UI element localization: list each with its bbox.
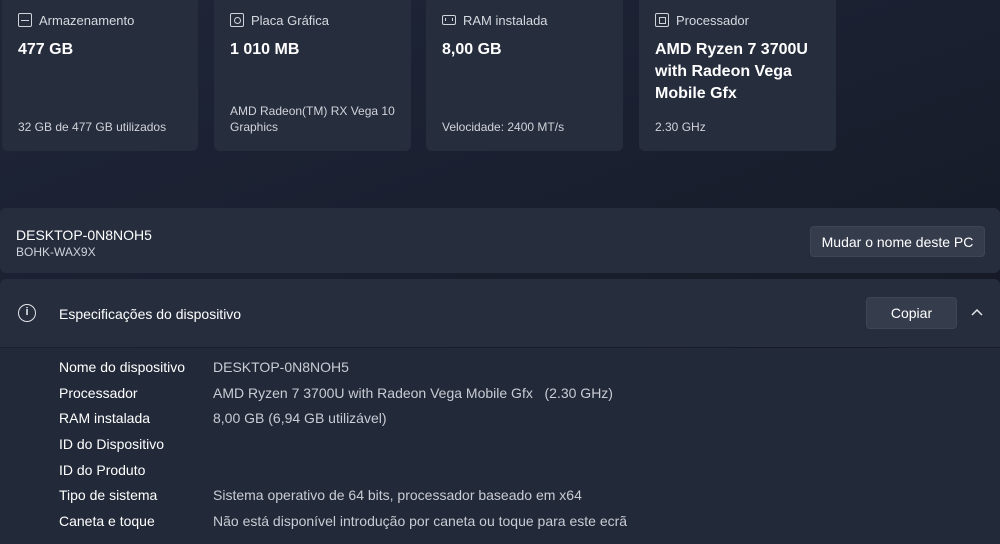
card-header: Placa Gráfica (230, 11, 395, 29)
storage-icon (18, 13, 32, 27)
spec-label: ID do Dispositivo (59, 436, 165, 452)
device-specs-header[interactable]: i Especificações do dispositivo Copiar (0, 279, 1000, 347)
device-model: BOHK-WAX9X (16, 245, 96, 259)
processor-card[interactable]: Processador AMD Ryzen 7 3700U with Radeo… (639, 0, 836, 151)
ram-icon (442, 15, 456, 25)
card-footer: 2.30 GHz (655, 120, 706, 134)
card-header: Armazenamento (18, 11, 182, 29)
info-icon: i (18, 304, 36, 322)
spec-label: ID do Produto (59, 462, 146, 478)
spec-label: Processador (59, 385, 138, 401)
spec-value: 8,00 GB (6,94 GB utilizável) (213, 410, 387, 426)
card-header: RAM instalada (442, 11, 607, 29)
device-name-row: DESKTOP-0N8NOH5 BOHK-WAX9X Mudar o nome … (0, 208, 1000, 273)
spec-value: Sistema operativo de 64 bits, processado… (213, 487, 582, 503)
card-title: Processador (676, 12, 749, 28)
card-footer: Velocidade: 2400 MT/s (442, 120, 565, 134)
card-title: RAM instalada (463, 12, 548, 28)
card-title: Placa Gráfica (251, 12, 330, 28)
spec-label: RAM instalada (59, 410, 151, 426)
storage-card[interactable]: Armazenamento 477 GB 32 GB de 477 GB uti… (2, 0, 198, 151)
rename-pc-button[interactable]: Mudar o nome deste PC (810, 226, 985, 257)
card-value: 477 GB (18, 41, 74, 58)
device-specs-list: Nome do dispositivo DESKTOP-0N8NOH5 Proc… (0, 348, 1000, 544)
card-footer: AMD Radeon(TM) RX Vega 10 Graphics (230, 104, 395, 134)
chevron-up-icon[interactable] (970, 307, 984, 317)
spec-value: DESKTOP-0N8NOH5 (213, 359, 349, 375)
card-title: Armazenamento (39, 12, 135, 28)
graphics-card[interactable]: Placa Gráfica 1 010 MB AMD Radeon(TM) RX… (214, 0, 411, 151)
spec-value: AMD Ryzen 7 3700U with Radeon Vega Mobil… (213, 385, 613, 401)
ram-card[interactable]: RAM instalada 8,00 GB Velocidade: 2400 M… (426, 0, 623, 151)
spec-label: Tipo de sistema (59, 487, 158, 503)
spec-label: Caneta e toque (59, 513, 155, 529)
card-value: AMD Ryzen 7 3700U with Radeon Vega Mobil… (655, 41, 808, 102)
spec-value: Não está disponível introdução por canet… (213, 513, 628, 529)
card-value: 1 010 MB (230, 41, 300, 58)
spec-label: Nome do dispositivo (59, 359, 186, 375)
copy-button[interactable]: Copiar (866, 297, 957, 329)
graphics-card-icon (230, 13, 244, 27)
device-name: DESKTOP-0N8NOH5 (16, 227, 152, 243)
specs-title: Especificações do dispositivo (59, 306, 242, 322)
card-footer: 32 GB de 477 GB utilizados (18, 120, 167, 134)
card-header: Processador (655, 11, 820, 29)
card-value: 8,00 GB (442, 41, 502, 58)
processor-icon (655, 13, 669, 27)
